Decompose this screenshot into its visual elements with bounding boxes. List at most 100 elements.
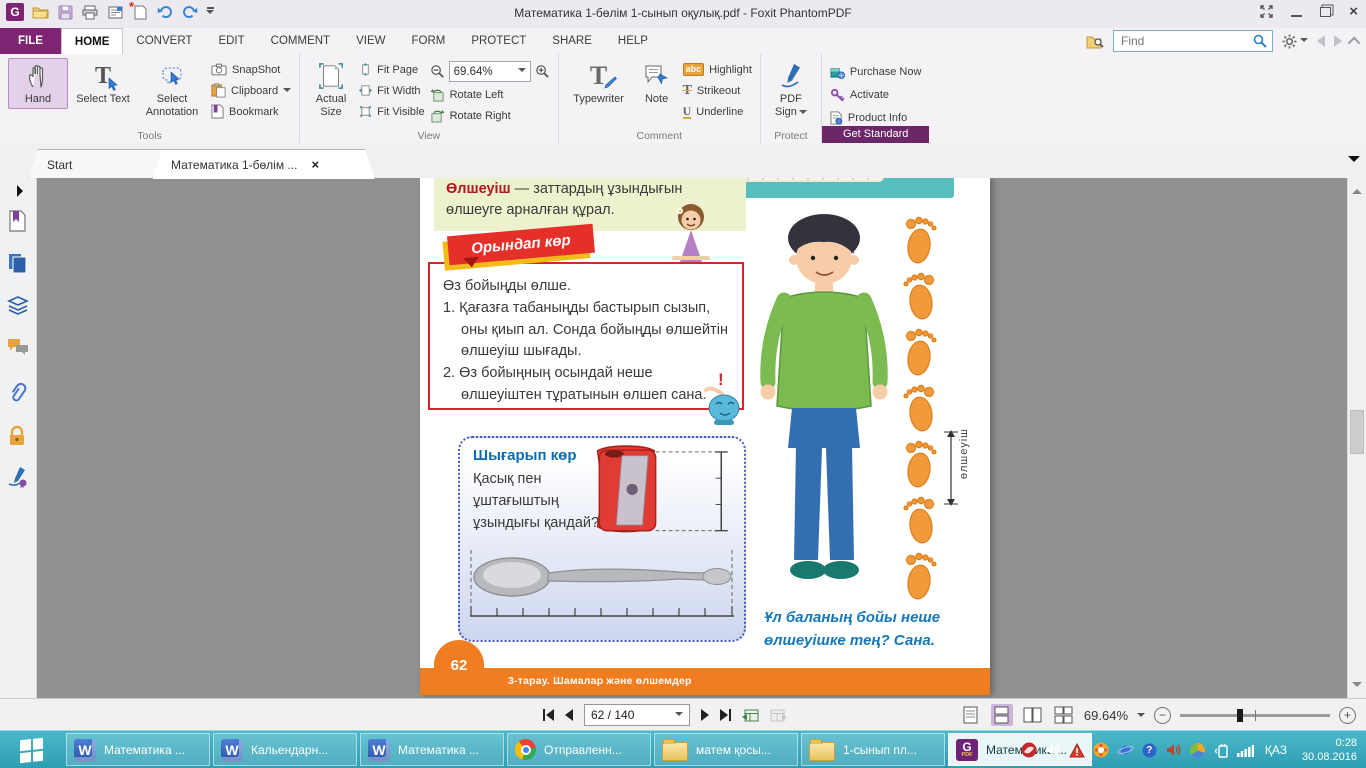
- snapshot-button[interactable]: SnapShot: [211, 61, 291, 78]
- select-text-button[interactable]: T Select Text: [73, 58, 133, 109]
- zoom-out-icon[interactable]: [430, 64, 445, 79]
- security-panel-icon[interactable]: [7, 425, 29, 447]
- warning-icon[interactable]: [1069, 742, 1086, 759]
- vertical-scrollbar[interactable]: [1347, 178, 1366, 698]
- tab-view[interactable]: VIEW: [343, 28, 398, 54]
- language-indicator[interactable]: ҚАЗ: [1265, 743, 1287, 757]
- bookmark-button[interactable]: Bookmark: [211, 103, 291, 120]
- find-input-box[interactable]: [1113, 30, 1273, 52]
- find-options-gear-icon[interactable]: [1282, 34, 1308, 49]
- zoom-out-button[interactable]: −: [1154, 707, 1171, 724]
- network-signal-icon[interactable]: [1237, 742, 1254, 759]
- highlight-button[interactable]: abc Highlight: [683, 61, 752, 78]
- find-in-files-icon[interactable]: [1086, 34, 1104, 49]
- sidebar-expand-icon[interactable]: [17, 185, 29, 197]
- zoom-in-icon[interactable]: [535, 64, 550, 79]
- doc-tab-document[interactable]: Математика 1-бөлім ... ×: [152, 149, 375, 179]
- volume-icon[interactable]: [1045, 742, 1062, 759]
- tab-protect[interactable]: PROTECT: [458, 28, 539, 54]
- tab-home[interactable]: HOME: [61, 28, 124, 54]
- redo-icon[interactable]: [181, 3, 199, 21]
- hand-tool-button[interactable]: Hand: [8, 58, 68, 109]
- taskbar-folder-2[interactable]: 1-сынып пл...: [801, 733, 945, 766]
- scrollbar-thumb[interactable]: [1350, 410, 1364, 454]
- tab-convert[interactable]: CONVERT: [123, 28, 205, 54]
- signatures-panel-icon[interactable]: [7, 466, 29, 488]
- new-document-icon[interactable]: *: [131, 3, 149, 21]
- rotate-left-button[interactable]: Rotate Left: [430, 86, 550, 103]
- previous-view-icon[interactable]: [742, 708, 759, 723]
- status-zoom-value[interactable]: 69.64%: [1084, 708, 1128, 723]
- select-annotation-button[interactable]: Select Annotation: [138, 58, 206, 122]
- minimize-button[interactable]: [1291, 7, 1302, 17]
- purchase-now-button[interactable]: Purchase Now: [830, 63, 922, 80]
- actual-size-button[interactable]: Actual Size: [308, 58, 354, 122]
- layers-panel-icon[interactable]: [7, 295, 29, 317]
- restore-button[interactable]: [1320, 7, 1331, 17]
- taskbar-word-3[interactable]: W Математика ...: [360, 733, 504, 766]
- fit-page-button[interactable]: Fit Page: [359, 61, 424, 78]
- updater-sphere-icon[interactable]: [1189, 742, 1206, 759]
- find-input[interactable]: [1119, 33, 1253, 49]
- fullscreen-icon[interactable]: [1260, 5, 1273, 18]
- continuous-view-icon[interactable]: [991, 704, 1013, 726]
- open-file-icon[interactable]: [31, 3, 49, 21]
- print-icon[interactable]: [81, 3, 99, 21]
- find-previous-icon[interactable]: [1317, 35, 1325, 47]
- attachments-panel-icon[interactable]: [7, 382, 29, 404]
- single-page-view-icon[interactable]: [960, 704, 982, 726]
- taskbar-word-2[interactable]: W Кальендарн...: [213, 733, 357, 766]
- tab-file[interactable]: FILE: [0, 28, 61, 54]
- start-button[interactable]: [0, 731, 62, 768]
- activate-button[interactable]: Activate: [830, 86, 922, 103]
- fit-width-button[interactable]: Fit Width: [359, 82, 424, 99]
- continuous-facing-view-icon[interactable]: [1053, 704, 1075, 726]
- zoom-value-combobox[interactable]: 69.64%: [449, 61, 531, 82]
- pdf-sign-button[interactable]: PDF Sign: [769, 58, 813, 122]
- rotate-right-button[interactable]: Rotate Right: [430, 107, 550, 124]
- scroll-up-icon[interactable]: [1352, 184, 1362, 194]
- close-button[interactable]: ×: [1349, 6, 1358, 18]
- product-info-button[interactable]: Product Info: [830, 109, 922, 126]
- page-number-field[interactable]: 62 / 140: [584, 704, 690, 726]
- first-page-button[interactable]: [543, 709, 554, 721]
- pages-panel-icon[interactable]: [7, 252, 29, 274]
- next-page-button[interactable]: [701, 709, 709, 721]
- taskbar-word-1[interactable]: W Математика ...: [66, 733, 210, 766]
- clipboard-button[interactable]: Clipboard: [211, 82, 291, 99]
- document-area[interactable]: Өлшеуіш — заттардың ұзындығын өлшеуге ар…: [37, 178, 1348, 698]
- save-icon[interactable]: [56, 3, 74, 21]
- tab-help[interactable]: HELP: [605, 28, 661, 54]
- taskbar-chrome[interactable]: Отправленн...: [507, 733, 651, 766]
- facing-view-icon[interactable]: [1022, 704, 1044, 726]
- tab-comment[interactable]: COMMENT: [258, 28, 343, 54]
- scroll-down-icon[interactable]: [1352, 682, 1362, 692]
- taskbar-folder-1[interactable]: матем қосы...: [654, 733, 798, 766]
- undo-icon[interactable]: [156, 3, 174, 21]
- document-properties-icon[interactable]: [106, 3, 124, 21]
- doc-tab-close-icon[interactable]: ×: [311, 157, 319, 172]
- zoom-in-button[interactable]: +: [1339, 707, 1356, 724]
- next-view-icon[interactable]: [770, 708, 787, 723]
- comments-panel-icon[interactable]: [7, 338, 29, 360]
- tab-share[interactable]: SHARE: [539, 28, 605, 54]
- tray-app-icon[interactable]: [1021, 742, 1038, 759]
- typewriter-button[interactable]: T Typewriter: [567, 58, 631, 109]
- tab-list-dropdown-icon[interactable]: [1348, 156, 1360, 168]
- help-ball-icon[interactable]: ?: [1141, 742, 1158, 759]
- tab-edit[interactable]: EDIT: [205, 28, 257, 54]
- power-icon[interactable]: [1213, 742, 1230, 759]
- note-button[interactable]: Note: [636, 58, 678, 109]
- tab-form[interactable]: FORM: [398, 28, 458, 54]
- zoom-slider[interactable]: [1180, 714, 1330, 717]
- taskbar-clock[interactable]: 0:28 30.08.2016: [1302, 736, 1357, 765]
- last-page-button[interactable]: [720, 709, 731, 721]
- qat-more-icon[interactable]: [206, 7, 214, 18]
- collapse-ribbon-icon[interactable]: [1348, 36, 1361, 49]
- antivirus-icon[interactable]: [1093, 742, 1110, 759]
- audio-manager-icon[interactable]: [1165, 742, 1182, 759]
- underline-button[interactable]: U Underline: [683, 103, 752, 120]
- bookmarks-panel-icon[interactable]: [7, 210, 29, 232]
- planet-icon[interactable]: [1117, 742, 1134, 759]
- find-next-icon[interactable]: [1334, 35, 1342, 47]
